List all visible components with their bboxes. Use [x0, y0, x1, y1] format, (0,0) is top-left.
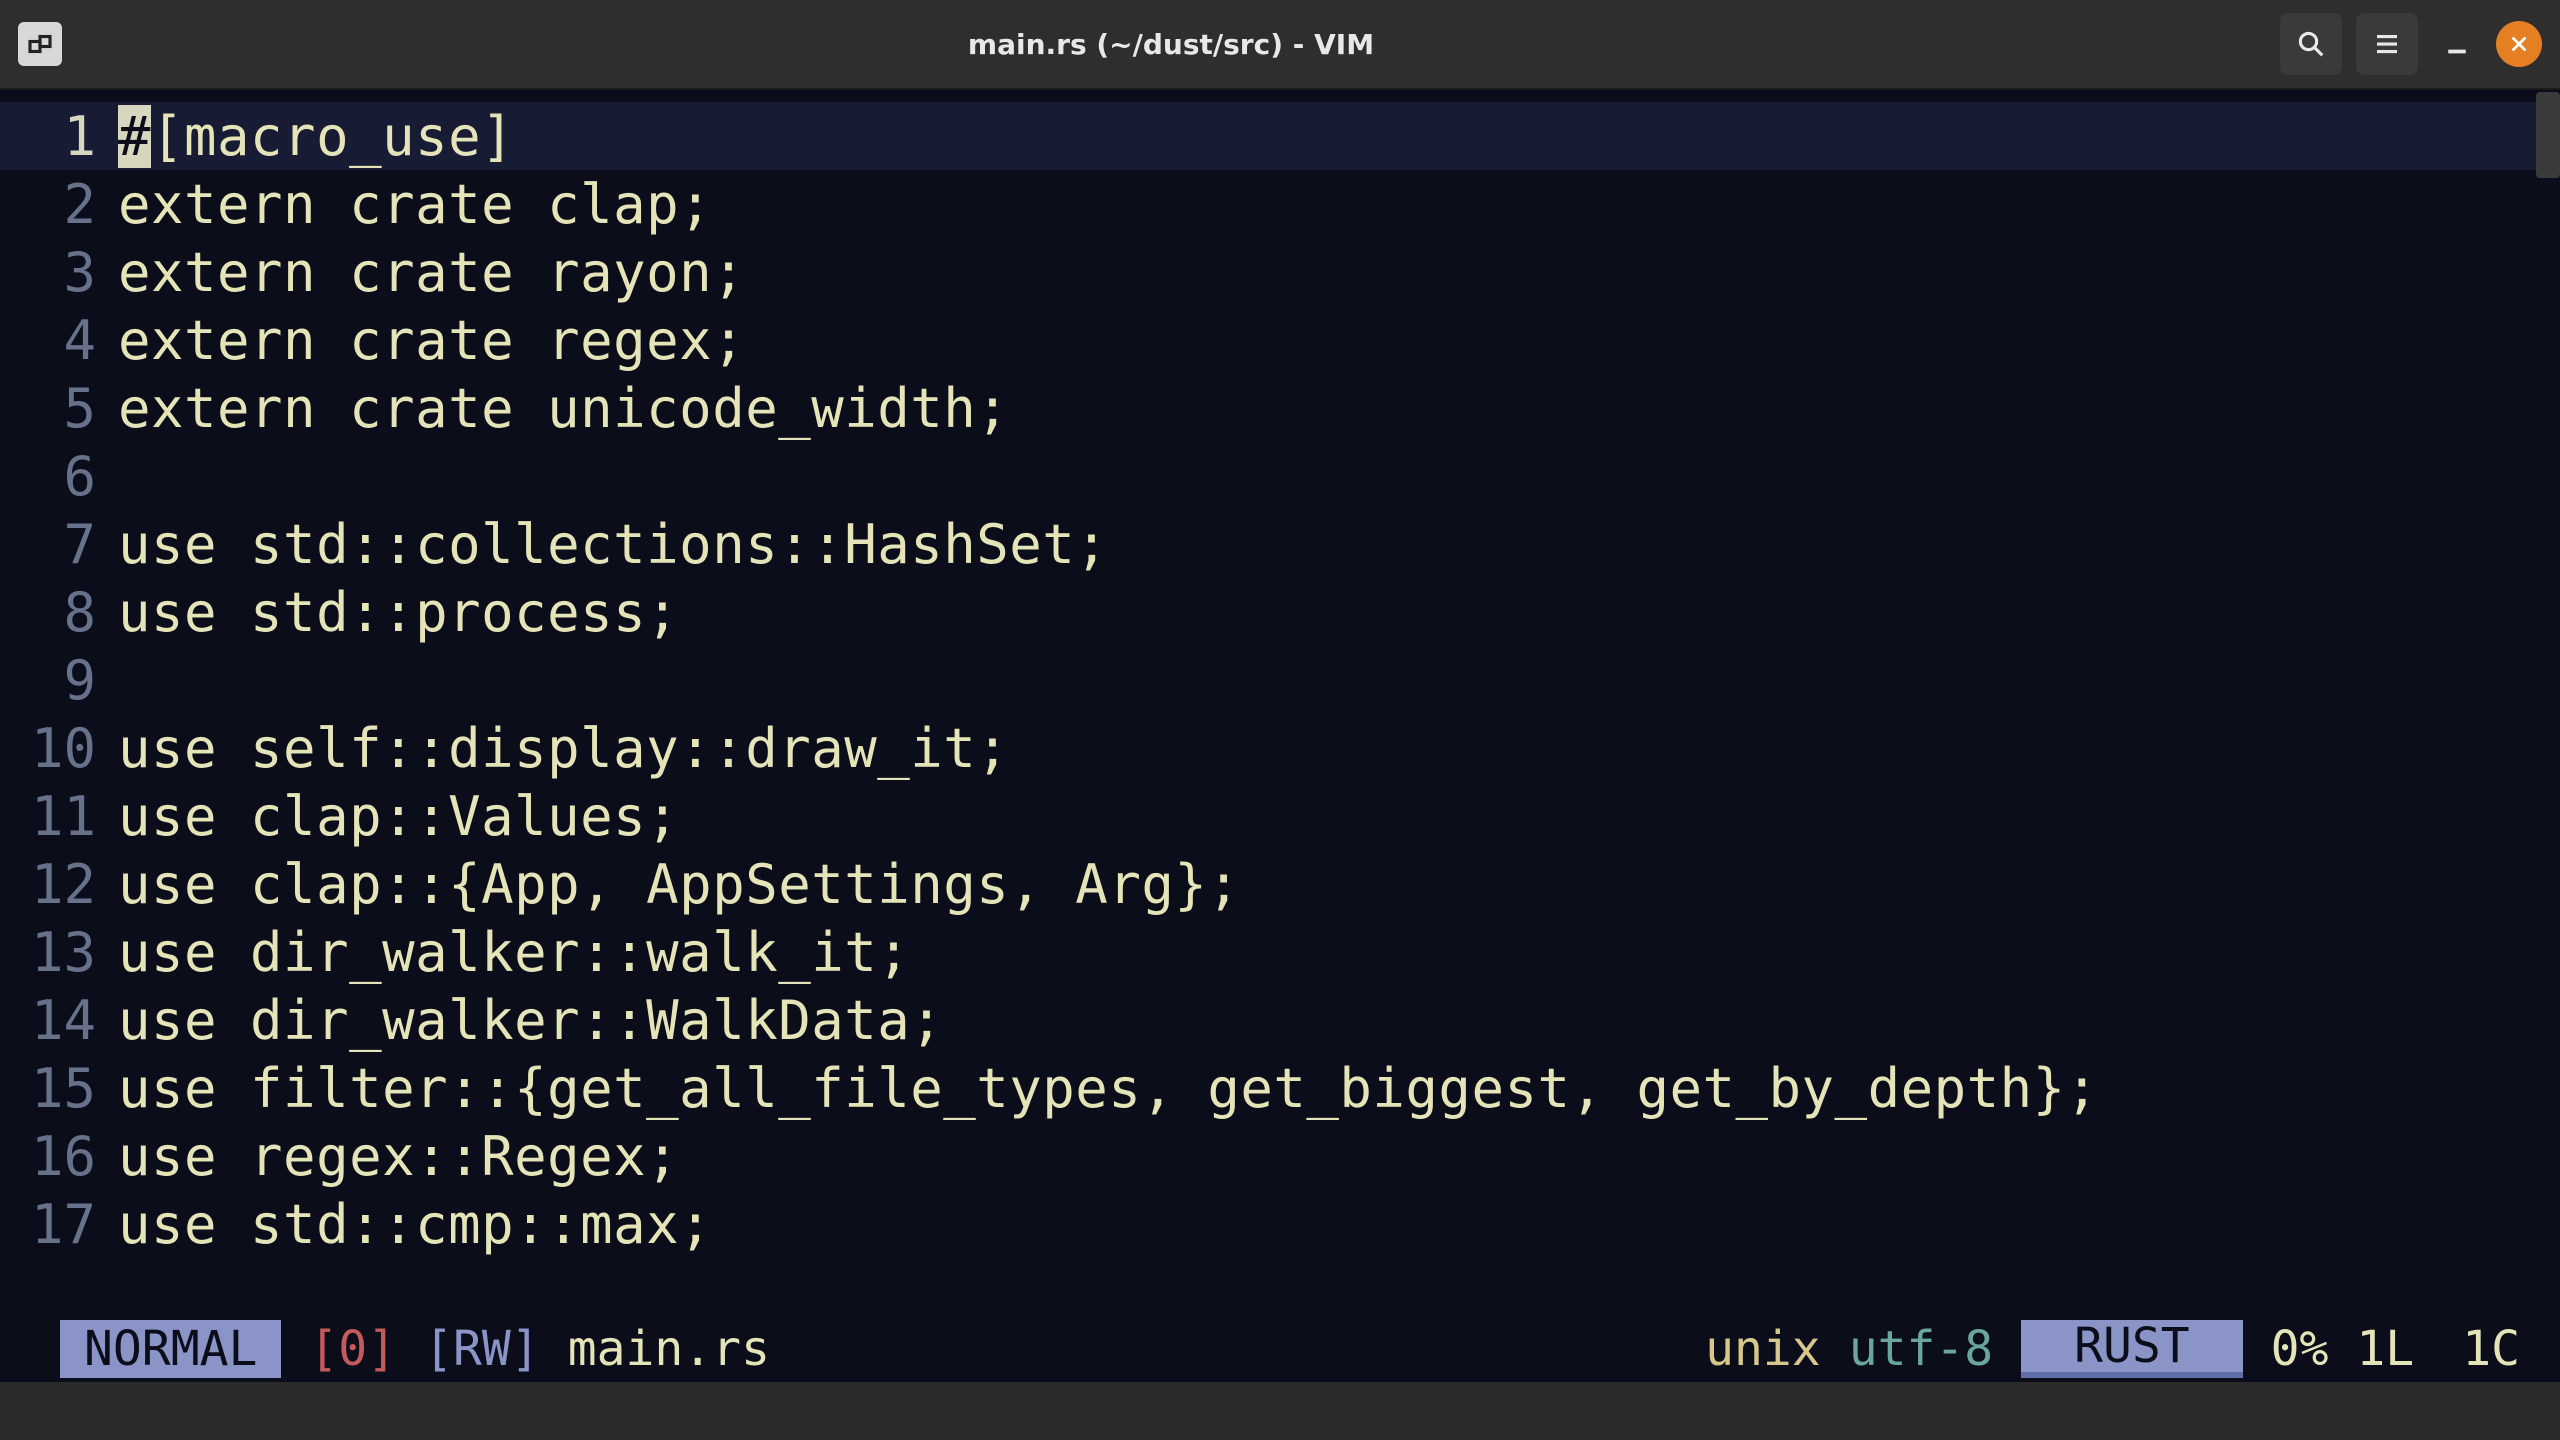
line-number: 5	[0, 377, 118, 440]
line-number: 11	[0, 785, 118, 848]
code-line[interactable]: 4extern crate regex;	[0, 306, 2560, 374]
code-line[interactable]: 15use filter::{get_all_file_types, get_b…	[0, 1054, 2560, 1122]
search-button[interactable]	[2280, 13, 2342, 75]
editor-viewport[interactable]: 1#[macro_use]2extern crate clap;3extern …	[0, 90, 2560, 1382]
code-text: #[macro_use]	[118, 105, 514, 168]
code-text: use clap::Values;	[118, 785, 679, 848]
code-text: use dir_walker::WalkData;	[118, 989, 943, 1052]
minimize-button[interactable]	[2432, 13, 2482, 75]
menu-button[interactable]	[2356, 13, 2418, 75]
line-number: 17	[0, 1193, 118, 1256]
code-line[interactable]: 11use clap::Values;	[0, 782, 2560, 850]
code-line[interactable]: 12use clap::{App, AppSettings, Arg};	[0, 850, 2560, 918]
code-line[interactable]: 8use std::process;	[0, 578, 2560, 646]
scrollbar-thumb[interactable]	[2536, 92, 2560, 178]
code-line[interactable]: 13use dir_walker::walk_it;	[0, 918, 2560, 986]
window-title: main.rs (~/dust/src) - VIM	[76, 28, 2266, 61]
code-text: extern crate rayon;	[118, 241, 745, 304]
line-number: 9	[0, 649, 118, 712]
line-number: 4	[0, 309, 118, 372]
code-text: use self::display::draw_it;	[118, 717, 1009, 780]
col-position: 1C	[2462, 1321, 2520, 1377]
buffer-number: [0]	[309, 1321, 396, 1377]
vim-window: main.rs (~/dust/src) - VIM	[0, 0, 2560, 1440]
code-line[interactable]: 5extern crate unicode_width;	[0, 374, 2560, 442]
code-text: use std::collections::HashSet;	[118, 513, 1108, 576]
readwrite-indicator: [RW]	[424, 1321, 540, 1377]
status-line: NORMAL [0] [RW] main.rs unix utf-8 RUST …	[0, 1316, 2560, 1382]
line-number: 3	[0, 241, 118, 304]
line-number: 1	[0, 105, 118, 168]
line-number: 12	[0, 853, 118, 916]
code-lines[interactable]: 1#[macro_use]2extern crate clap;3extern …	[0, 102, 2560, 1316]
code-text: extern crate unicode_width;	[118, 377, 1009, 440]
app-icon	[18, 22, 62, 66]
code-text: extern crate clap;	[118, 173, 712, 236]
code-text: use std::process;	[118, 581, 679, 644]
code-line[interactable]: 16use regex::Regex;	[0, 1122, 2560, 1190]
scrollbar[interactable]	[2536, 90, 2560, 1382]
line-number: 10	[0, 717, 118, 780]
line-number: 15	[0, 1057, 118, 1120]
line-number: 8	[0, 581, 118, 644]
close-button[interactable]	[2496, 21, 2542, 67]
fileformat: unix	[1705, 1321, 1821, 1377]
code-line[interactable]: 7use std::collections::HashSet;	[0, 510, 2560, 578]
mode-indicator: NORMAL	[60, 1320, 281, 1378]
filetype-badge: RUST	[2021, 1320, 2242, 1378]
line-number: 13	[0, 921, 118, 984]
code-line[interactable]: 2extern crate clap;	[0, 170, 2560, 238]
window-padding	[0, 1382, 2560, 1440]
code-text: use filter::{get_all_file_types, get_big…	[118, 1057, 2099, 1120]
code-line[interactable]: 10use self::display::draw_it;	[0, 714, 2560, 782]
titlebar: main.rs (~/dust/src) - VIM	[0, 0, 2560, 90]
encoding: utf-8	[1849, 1321, 1994, 1377]
line-number: 14	[0, 989, 118, 1052]
line-number: 16	[0, 1125, 118, 1188]
code-text: use std::cmp::max;	[118, 1193, 712, 1256]
status-filename: main.rs	[568, 1321, 770, 1377]
cursor: #	[118, 105, 151, 168]
code-line[interactable]: 9	[0, 646, 2560, 714]
code-text: use clap::{App, AppSettings, Arg};	[118, 853, 1240, 916]
line-number: 6	[0, 445, 118, 508]
code-line[interactable]: 1#[macro_use]	[0, 102, 2560, 170]
code-text: use regex::Regex;	[118, 1125, 679, 1188]
scroll-percent: 0%	[2271, 1321, 2329, 1377]
line-number: 2	[0, 173, 118, 236]
code-line[interactable]: 6	[0, 442, 2560, 510]
line-number: 7	[0, 513, 118, 576]
code-text: use dir_walker::walk_it;	[118, 921, 910, 984]
line-position: 1L	[2356, 1321, 2414, 1377]
code-line[interactable]: 17use std::cmp::max;	[0, 1190, 2560, 1258]
code-text: extern crate regex;	[118, 309, 745, 372]
code-line[interactable]: 3extern crate rayon;	[0, 238, 2560, 306]
code-line[interactable]: 14use dir_walker::WalkData;	[0, 986, 2560, 1054]
